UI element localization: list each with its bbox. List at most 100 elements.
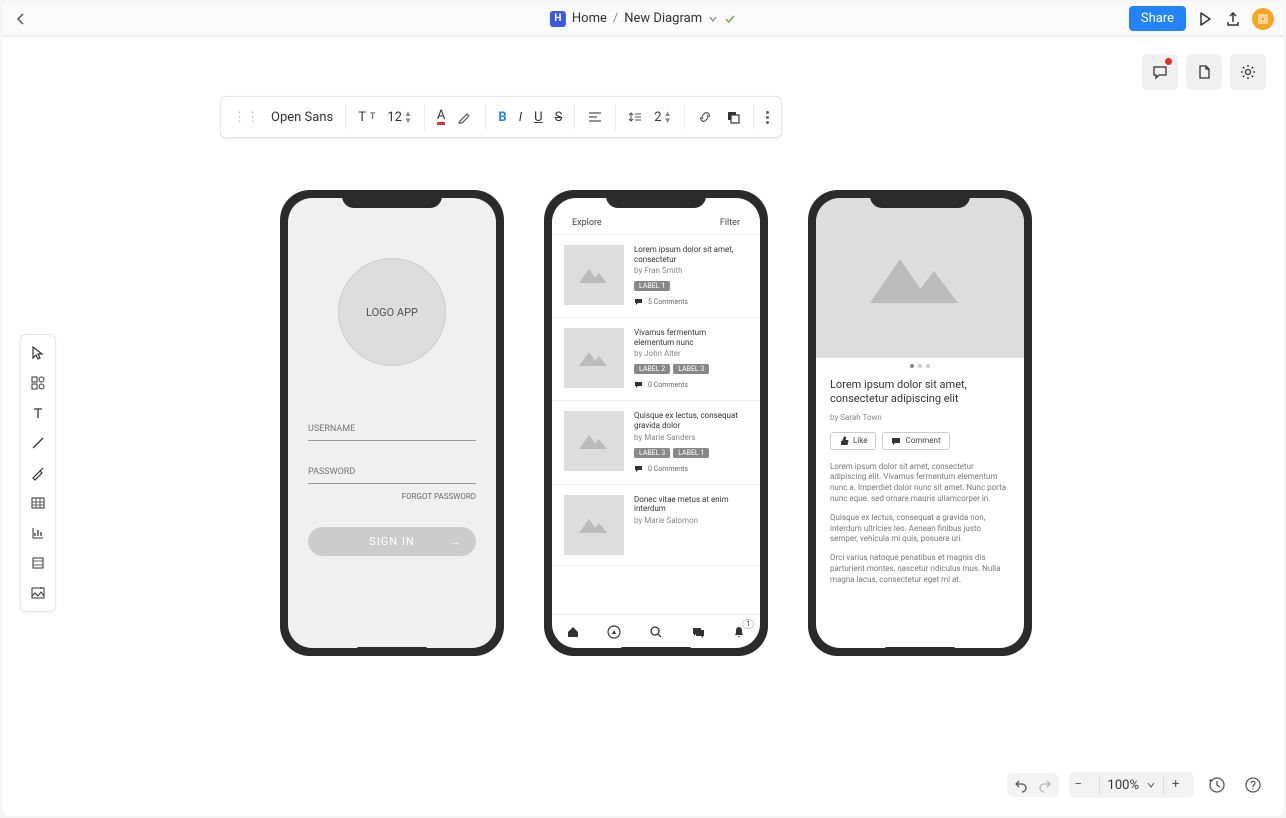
feed-list: Lorem ipsum dolor sit amet, consectetur … [552, 235, 760, 614]
italic-button[interactable]: I [513, 102, 528, 132]
notification-dot [1165, 58, 1172, 65]
tool-palette [20, 334, 56, 612]
bottom-nav: 1 [552, 614, 760, 648]
share-button[interactable]: Share [1129, 6, 1186, 31]
font-size-value: 12 [387, 110, 402, 125]
feed-item-author: by Marie Salomon [634, 516, 748, 525]
toolbar-drag-handle[interactable]: ⋮⋮ [227, 102, 265, 132]
export-icon[interactable] [1224, 10, 1242, 28]
comment-button[interactable]: Comment [882, 432, 949, 450]
line-height-value: 2 [654, 110, 661, 125]
phone-detail[interactable]: Lorem ipsum dolor sit amet, consectetur … [808, 190, 1032, 656]
tab-filter[interactable]: Filter [720, 218, 740, 228]
thumb-image [564, 245, 624, 305]
line-tool[interactable] [24, 429, 52, 457]
breadcrumb-home[interactable]: Home [572, 11, 607, 26]
zoom-in-button[interactable]: + [1172, 777, 1188, 793]
redo-button[interactable] [1037, 777, 1053, 793]
font-size-input[interactable]: 12 ▲▼ [381, 102, 418, 132]
image-tool[interactable] [24, 579, 52, 607]
underline-button[interactable]: U [528, 102, 548, 132]
arrow-right-icon: → [450, 535, 462, 548]
comments-button[interactable] [1142, 54, 1178, 90]
forgot-password-link[interactable]: FORGOT PASSWORD [308, 492, 476, 501]
zoom-dropdown-icon[interactable] [1147, 781, 1155, 789]
align-button[interactable] [581, 102, 609, 132]
thumb-image [564, 328, 624, 388]
back-button[interactable] [12, 10, 30, 28]
comments-row[interactable]: 0 Comments [634, 464, 748, 474]
label-chip: LABEL 3 [634, 448, 670, 458]
comments-row[interactable]: 0 Comments [634, 380, 748, 390]
phone-notch [342, 190, 442, 208]
line-height-input[interactable]: 2 ▲▼ [648, 102, 677, 132]
nav-chat-icon[interactable] [691, 625, 705, 639]
line-height-spinner[interactable]: ▲▼ [664, 110, 672, 124]
zoom-level[interactable]: 100% [1108, 778, 1139, 793]
feed-item-title: Lorem ipsum dolor sit amet, consectetur [634, 245, 748, 264]
more-button[interactable] [760, 102, 775, 132]
sync-check-icon [724, 13, 736, 25]
breadcrumb-diagram[interactable]: New Diagram [624, 11, 702, 26]
frame-tool[interactable] [24, 549, 52, 577]
chevron-down-icon[interactable] [708, 14, 718, 24]
phone-notch [870, 190, 970, 208]
nav-search-icon[interactable] [649, 625, 663, 639]
phone-login[interactable]: LOGO APP FORGOT PASSWORD SIGN IN → [280, 190, 504, 656]
feed-item[interactable]: Lorem ipsum dolor sit amet, consectetur … [552, 235, 760, 318]
shapes-tool[interactable] [24, 369, 52, 397]
label-chip: LABEL 3 [673, 364, 709, 374]
chart-tool[interactable] [24, 519, 52, 547]
link-button[interactable] [691, 102, 719, 132]
nav-home-icon[interactable] [566, 625, 580, 639]
feed-item[interactable]: Vivamus fermentum elementum nunc by John… [552, 318, 760, 401]
comments-row[interactable]: 5 Comments [634, 297, 748, 307]
nav-bell-icon[interactable]: 1 [732, 625, 746, 639]
username-input[interactable] [308, 418, 476, 441]
signin-button[interactable]: SIGN IN → [308, 527, 476, 556]
font-family-select[interactable]: Open Sans [265, 102, 339, 132]
settings-button[interactable] [1230, 54, 1266, 90]
article-title: Lorem ipsum dolor sit amet, consectetur … [830, 378, 1010, 407]
play-icon[interactable] [1196, 10, 1214, 28]
layers-button[interactable] [719, 102, 747, 132]
label-chip: LABEL 1 [673, 448, 709, 458]
wireframe-phones[interactable]: LOGO APP FORGOT PASSWORD SIGN IN → [280, 190, 1032, 656]
user-avatar[interactable] [1252, 8, 1274, 30]
help-button[interactable] [1240, 772, 1266, 798]
canvas[interactable]: ⋮⋮ Open Sans TT 12 ▲▼ A B I U S 2 ▲▼ [2, 38, 1284, 816]
table-tool[interactable] [24, 489, 52, 517]
undo-button[interactable] [1013, 777, 1029, 793]
page-button[interactable] [1186, 54, 1222, 90]
text-tool[interactable] [24, 399, 52, 427]
status-bar: − 100% + [1007, 772, 1266, 798]
logo-placeholder: LOGO APP [338, 258, 446, 366]
feed-item[interactable]: Donec vitae metus at enim interdum by Ma… [552, 485, 760, 566]
cursor-tool[interactable] [24, 339, 52, 367]
feed-item[interactable]: Quisque ex lectus, consequat gravida dol… [552, 401, 760, 484]
highlight-button[interactable] [451, 102, 479, 132]
feed-item-author: by Marie Sanders [634, 433, 748, 442]
pen-tool[interactable] [24, 459, 52, 487]
strikethrough-button[interactable]: S [549, 102, 569, 132]
history-button[interactable] [1204, 772, 1230, 798]
tab-explore[interactable]: Explore [572, 218, 602, 228]
password-input[interactable] [308, 461, 476, 484]
app-header: H Home / New Diagram Share [2, 2, 1284, 36]
nav-compass-icon[interactable] [607, 625, 621, 639]
feed-item-author: by John Alter [634, 349, 748, 358]
phone-feed[interactable]: Explore Filter Lorem ipsum dolor sit ame… [544, 190, 768, 656]
thumb-image [564, 495, 624, 555]
text-color-button[interactable]: A [431, 102, 451, 132]
notification-badge: 1 [742, 619, 754, 629]
like-button[interactable]: Like [830, 432, 876, 450]
article-p2: Quisque ex lectus, consequat a gravida n… [830, 513, 1010, 545]
line-spacing-icon [622, 102, 648, 132]
font-size-icon: TT [352, 102, 381, 132]
bold-button[interactable]: B [492, 102, 512, 132]
feed-item-title: Quisque ex lectus, consequat gravida dol… [634, 411, 748, 430]
home-indicator [621, 647, 691, 650]
font-size-spinner[interactable]: ▲▼ [404, 110, 412, 124]
zoom-out-button[interactable]: − [1075, 777, 1091, 793]
carousel-dots[interactable] [816, 358, 1024, 374]
